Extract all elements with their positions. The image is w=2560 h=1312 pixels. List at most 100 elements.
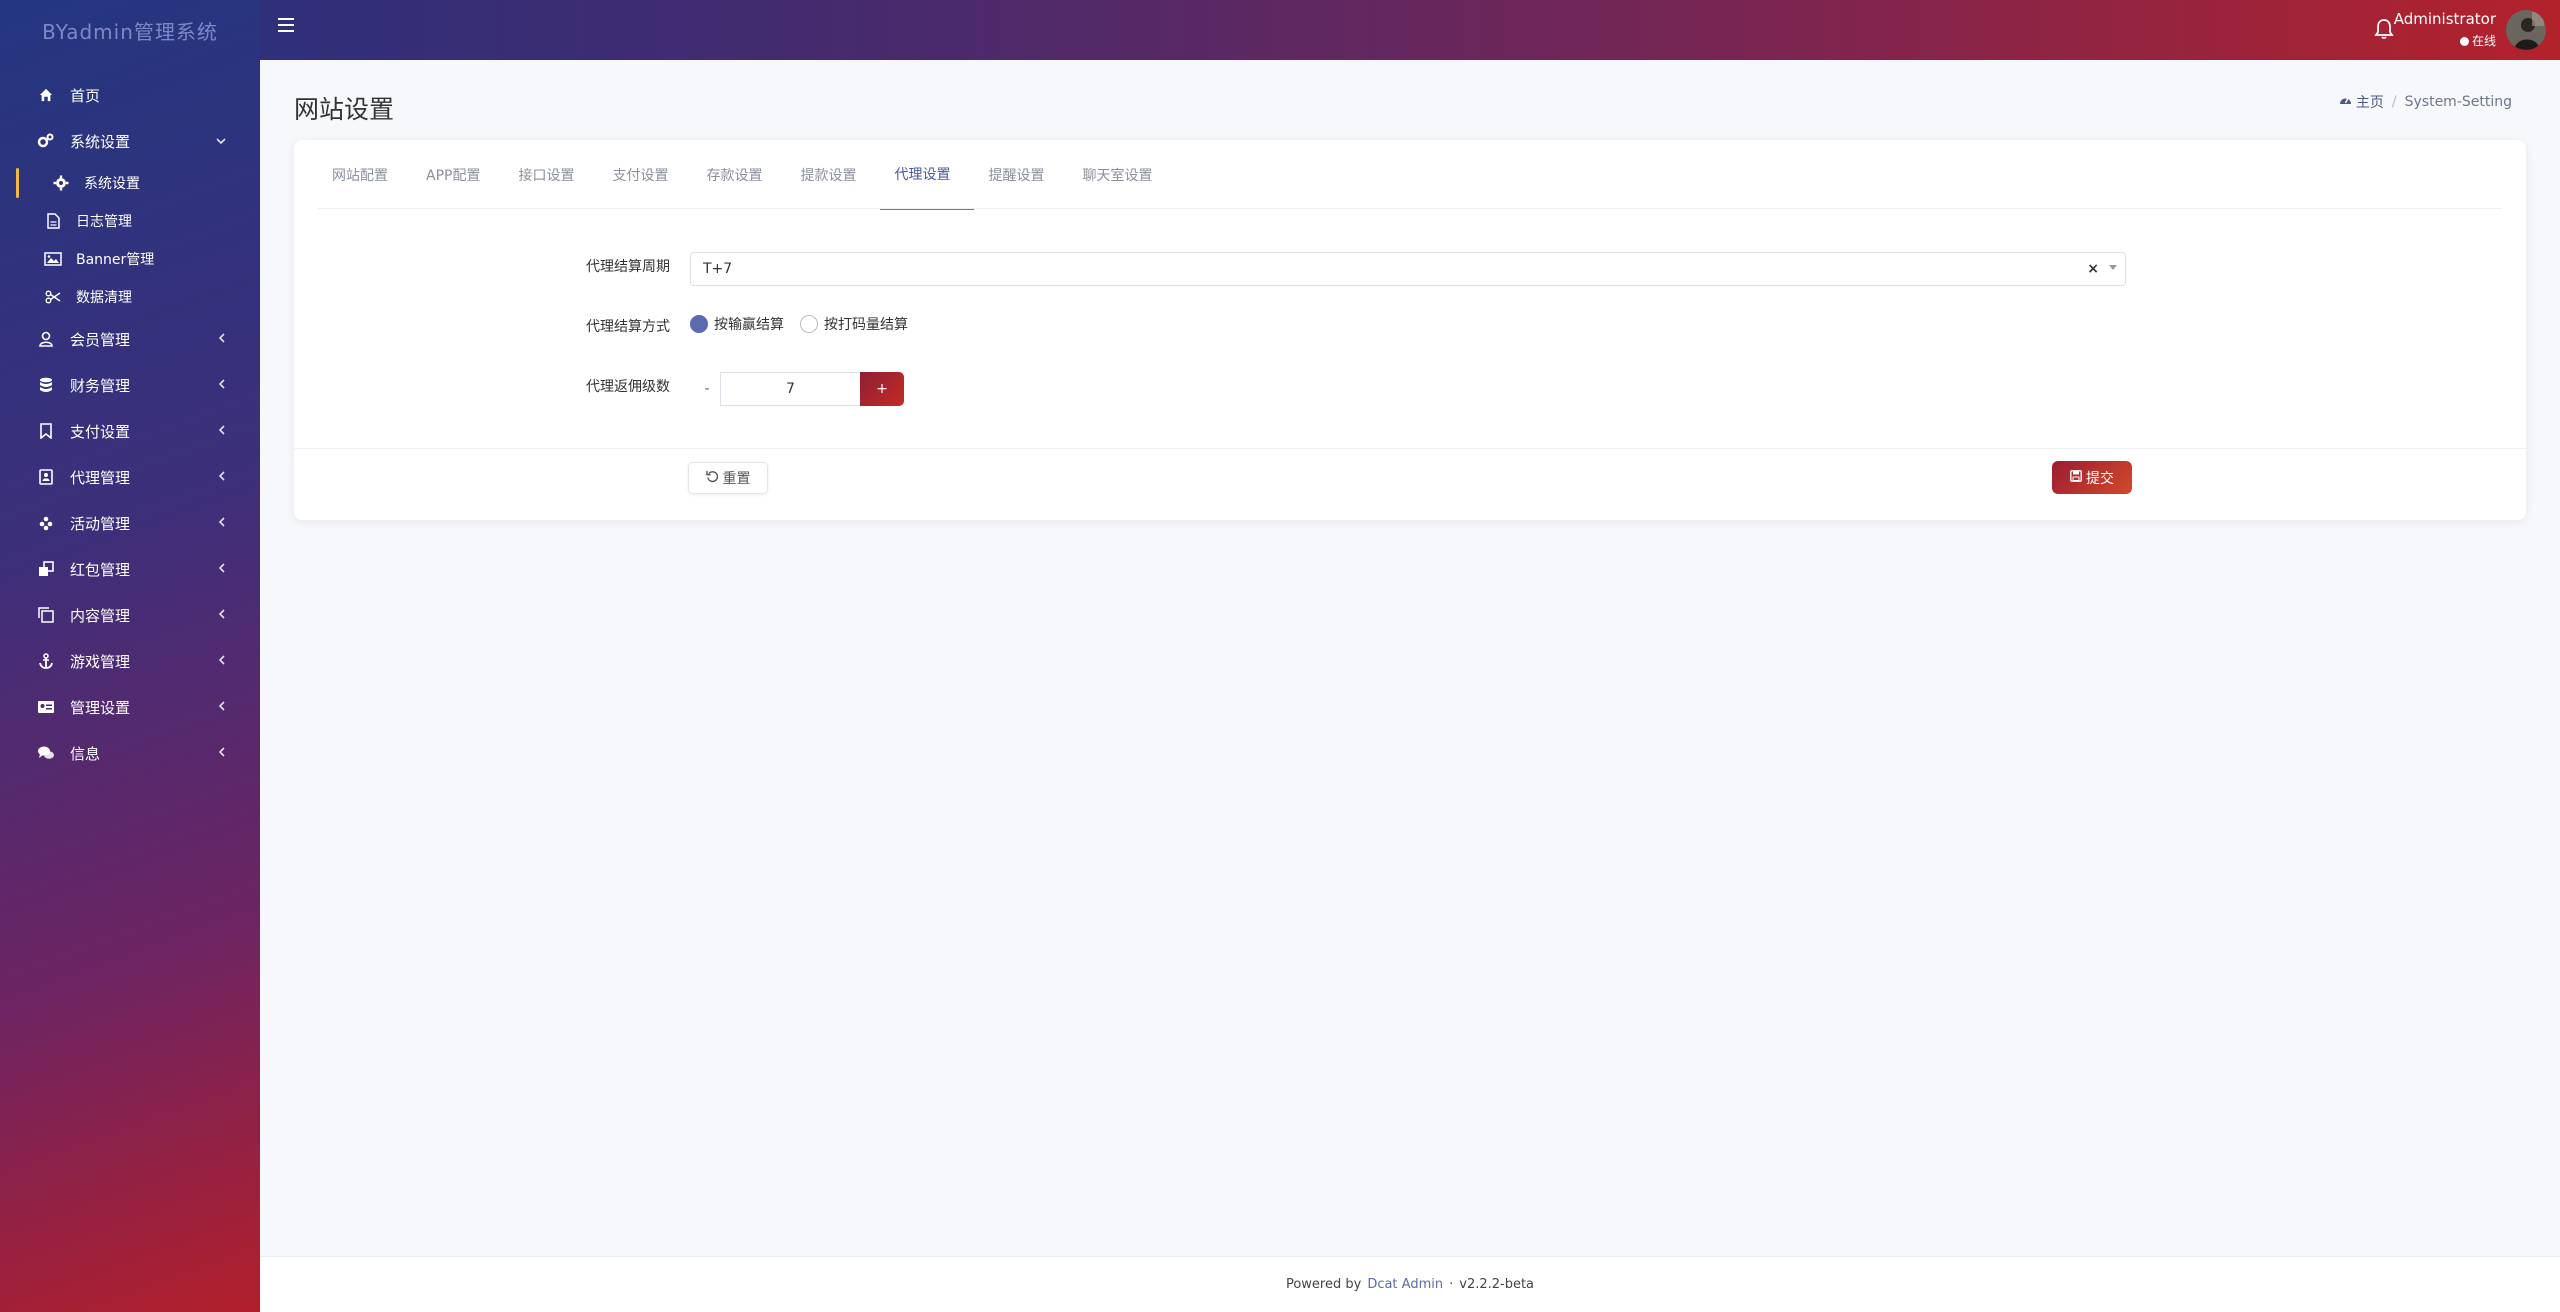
radio-win-loss[interactable]: 按输赢结算	[690, 314, 784, 334]
chevron-left-icon	[218, 700, 226, 715]
rebate-levels-label: 代理返佣级数	[586, 379, 670, 395]
user-name: Administrator	[2393, 10, 2496, 28]
sidebar: BYadmin管理系统 首页 系统设置 系统设置 日志管理 Banner管理 数…	[0, 0, 260, 1312]
sidebar-subitem-label: 数据清理	[76, 290, 132, 306]
settings-tabs: 网站配置 APP配置 接口设置 支付设置 存款设置 提款设置 代理设置 提醒设置…	[318, 140, 1176, 210]
clone-icon	[36, 559, 56, 579]
footer-version: v2.2.2-beta	[1459, 1277, 1535, 1292]
increment-button[interactable]: +	[860, 372, 904, 406]
sidebar-item-system-settings[interactable]: 系统设置	[0, 118, 260, 164]
chevron-left-icon	[218, 378, 226, 393]
breadcrumb-separator: /	[2391, 94, 2397, 110]
rebate-levels-stepper: - +	[694, 372, 904, 406]
chevron-left-icon	[218, 746, 226, 761]
sidebar-item-label: 支付设置	[70, 422, 131, 441]
clear-icon[interactable]: ×	[2087, 261, 2099, 277]
settle-cycle-label: 代理结算周期	[586, 259, 670, 275]
sidebar-subitem-label: 系统设置	[84, 176, 140, 192]
sidebar-item-label: 代理管理	[70, 468, 131, 487]
tab-reminder-settings[interactable]: 提醒设置	[974, 140, 1068, 210]
dashboard-icon	[2339, 94, 2352, 110]
sidebar-item-label: 信息	[70, 744, 101, 763]
user-status: 在线	[2394, 32, 2496, 49]
flower-icon	[36, 513, 56, 533]
sidebar-item-label: 财务管理	[70, 376, 131, 395]
sidebar-item-red-packets[interactable]: 红包管理	[0, 546, 260, 592]
save-icon	[2070, 469, 2082, 486]
chevron-left-icon	[218, 470, 226, 485]
tab-app-config[interactable]: APP配置	[412, 140, 504, 210]
form-footer-divider	[294, 448, 2526, 449]
sidebar-item-agents[interactable]: 代理管理	[0, 454, 260, 500]
tab-site-config[interactable]: 网站配置	[318, 140, 412, 210]
sidebar-item-label: 首页	[70, 86, 101, 105]
sidebar-item-members[interactable]: 会员管理	[0, 316, 260, 362]
brand-logo[interactable]: BYadmin管理系统	[0, 0, 260, 60]
topbar: Administrator 在线	[260, 0, 2560, 60]
sidebar-item-payment-settings[interactable]: 支付设置	[0, 408, 260, 454]
chevron-left-icon	[218, 332, 226, 347]
sidebar-subitem-system-settings[interactable]: 系统设置	[0, 164, 260, 202]
sidebar-item-content[interactable]: 内容管理	[0, 592, 260, 638]
user-icon	[36, 329, 56, 349]
tab-payment-settings[interactable]: 支付设置	[598, 140, 692, 210]
sidebar-item-messages[interactable]: 信息	[0, 730, 260, 776]
chevron-left-icon	[218, 516, 226, 531]
tab-withdraw-settings[interactable]: 提款设置	[786, 140, 880, 210]
chevron-left-icon	[218, 562, 226, 577]
settle-cycle-select[interactable]: T+7 ×	[690, 252, 2126, 286]
settle-method-label: 代理结算方式	[586, 319, 670, 335]
home-icon	[36, 85, 56, 105]
sidebar-subitem-data-cleanup[interactable]: 数据清理	[0, 278, 260, 316]
chevron-left-icon	[218, 424, 226, 439]
page-footer: Powered by Dcat Admin · v2.2.2-beta	[260, 1256, 2560, 1312]
page-title: 网站设置	[294, 95, 395, 124]
sidebar-item-label: 系统设置	[70, 132, 131, 151]
reset-button[interactable]: 重置	[688, 462, 768, 494]
caret-down-icon[interactable]	[2109, 265, 2117, 270]
sidebar-subitem-banner[interactable]: Banner管理	[0, 240, 260, 278]
sidebar-subitem-label: 日志管理	[76, 214, 132, 230]
sidebar-subitem-label: Banner管理	[76, 252, 155, 268]
radio-label: 按打码量结算	[824, 317, 908, 333]
sidebar-item-finance[interactable]: 财务管理	[0, 362, 260, 408]
sidebar-subitem-logs[interactable]: 日志管理	[0, 202, 260, 240]
sidebar-item-admin-settings[interactable]: 管理设置	[0, 684, 260, 730]
bell-icon[interactable]	[2374, 18, 2394, 44]
breadcrumb-current: System-Setting	[2404, 94, 2512, 110]
menu-toggle-icon[interactable]	[278, 18, 294, 34]
tab-deposit-settings[interactable]: 存款设置	[692, 140, 786, 210]
radio-unchecked-icon	[800, 315, 818, 333]
sidebar-item-games[interactable]: 游戏管理	[0, 638, 260, 684]
submit-button[interactable]: 提交	[2052, 461, 2132, 494]
sidebar-item-home[interactable]: 首页	[0, 72, 260, 118]
breadcrumb-home[interactable]: 主页	[2339, 92, 2384, 112]
decrement-button[interactable]: -	[694, 381, 720, 397]
chevron-down-icon	[216, 134, 226, 149]
footer-dcat-link[interactable]: Dcat Admin	[1367, 1277, 1443, 1292]
tab-api-settings[interactable]: 接口设置	[504, 140, 598, 210]
sidebar-item-label: 活动管理	[70, 514, 131, 533]
online-dot-icon	[2459, 37, 2469, 46]
tab-chatroom-settings[interactable]: 聊天室设置	[1068, 140, 1176, 210]
avatar[interactable]	[2506, 10, 2546, 50]
radio-checked-icon	[690, 315, 708, 333]
id-card-icon	[36, 697, 56, 717]
tab-agent-settings[interactable]: 代理设置	[880, 140, 975, 210]
sidebar-menu: 首页 系统设置 系统设置 日志管理 Banner管理 数据清理 会员管理 财务管…	[0, 72, 260, 776]
radio-bet-volume[interactable]: 按打码量结算	[800, 314, 908, 334]
radio-label: 按输赢结算	[714, 317, 784, 333]
footer-dot: ·	[1449, 1277, 1454, 1292]
tabs-divider	[318, 208, 2502, 209]
sidebar-item-label: 内容管理	[70, 606, 131, 625]
sidebar-item-activities[interactable]: 活动管理	[0, 500, 260, 546]
undo-icon	[705, 470, 719, 487]
sidebar-item-label: 会员管理	[70, 330, 131, 349]
rebate-levels-input[interactable]	[720, 372, 860, 406]
footer-powered-by: Powered by	[1285, 1277, 1362, 1292]
copy-icon	[36, 605, 56, 625]
scissors-icon	[44, 288, 62, 306]
sidebar-item-label: 红包管理	[70, 560, 131, 579]
user-menu[interactable]: Administrator 在线	[2394, 10, 2496, 49]
image-icon	[44, 250, 62, 268]
